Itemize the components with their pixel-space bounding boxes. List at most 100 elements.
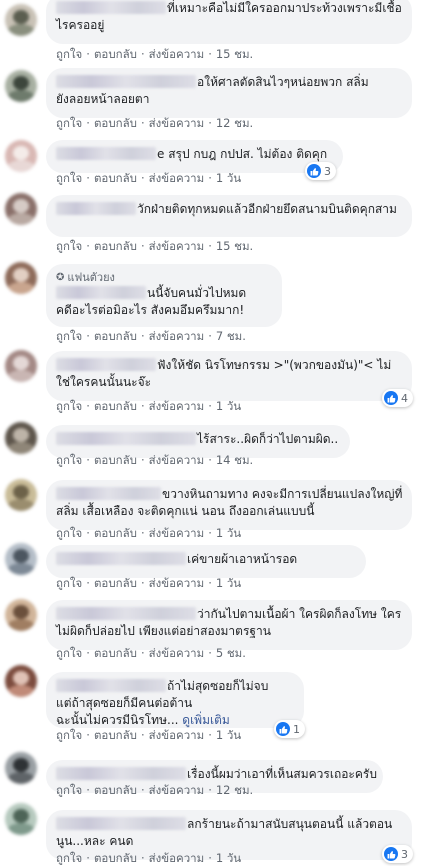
comment-line: ใช่ใครคนนั้นนะจ๊ะ bbox=[56, 374, 401, 391]
like-link[interactable]: ถูกใจ bbox=[56, 646, 82, 660]
message-link[interactable]: ส่งข้อความ bbox=[149, 399, 205, 413]
timestamp[interactable]: 5 ชม. bbox=[216, 646, 246, 660]
message-link[interactable]: ส่งข้อความ bbox=[149, 526, 205, 540]
redacted-username[interactable] bbox=[56, 487, 161, 500]
redacted-username[interactable] bbox=[56, 679, 166, 692]
reply-link[interactable]: ตอบกลับ bbox=[94, 329, 137, 343]
message-link[interactable]: ส่งข้อความ bbox=[149, 329, 205, 343]
avatar[interactable] bbox=[5, 599, 37, 631]
redacted-username[interactable] bbox=[56, 552, 186, 565]
comment-bubble: ขวางหินถามทาง คงจะมีการเปลี่ยนแปลงใหญ่ที… bbox=[46, 480, 412, 530]
avatar[interactable] bbox=[5, 350, 37, 382]
reaction-count[interactable]: 3 bbox=[305, 162, 336, 180]
separator-dot: · bbox=[140, 851, 145, 865]
reply-link[interactable]: ตอบกลับ bbox=[94, 728, 137, 742]
message-link[interactable]: ส่งข้อความ bbox=[149, 783, 205, 797]
separator-dot: · bbox=[140, 399, 145, 413]
reply-link[interactable]: ตอบกลับ bbox=[94, 576, 137, 590]
comment-bubble: ที่เหมาะคือไม่มีใครออกมาประท้วงเพราะมีเช… bbox=[46, 0, 412, 44]
avatar[interactable] bbox=[5, 543, 37, 575]
reply-link[interactable]: ตอบกลับ bbox=[94, 646, 137, 660]
avatar[interactable] bbox=[5, 665, 37, 697]
message-link[interactable]: ส่งข้อความ bbox=[149, 728, 205, 742]
reply-link[interactable]: ตอบกลับ bbox=[94, 851, 137, 865]
comment-line: ที่เหมาะคือไม่มีใครออกมาประท้วงเพราะมีเช… bbox=[56, 0, 402, 17]
like-link[interactable]: ถูกใจ bbox=[56, 239, 82, 253]
redacted-username[interactable] bbox=[56, 202, 136, 215]
redacted-username[interactable] bbox=[56, 75, 196, 88]
timestamp[interactable]: 15 ชม. bbox=[216, 239, 253, 253]
timestamp[interactable]: 1 วัน bbox=[216, 728, 241, 742]
message-link[interactable]: ส่งข้อความ bbox=[149, 646, 205, 660]
like-link[interactable]: ถูกใจ bbox=[56, 329, 82, 343]
like-link[interactable]: ถูกใจ bbox=[56, 399, 82, 413]
timestamp[interactable]: 1 วัน bbox=[216, 851, 241, 865]
reply-link[interactable]: ตอบกลับ bbox=[94, 239, 137, 253]
like-link[interactable]: ถูกใจ bbox=[56, 576, 82, 590]
like-link[interactable]: ถูกใจ bbox=[56, 453, 82, 467]
like-link[interactable]: ถูกใจ bbox=[56, 171, 82, 185]
comment-bubble: อให้ศาลตัดสินไวๆหน่อยพวก สลิ่ม ยังลอยหน้า… bbox=[46, 68, 412, 118]
redacted-username[interactable] bbox=[56, 1, 166, 14]
reply-link[interactable]: ตอบกลับ bbox=[94, 783, 137, 797]
message-link[interactable]: ส่งข้อความ bbox=[149, 576, 205, 590]
reply-link[interactable]: ตอบกลับ bbox=[94, 47, 137, 61]
redacted-username[interactable] bbox=[56, 767, 186, 780]
avatar[interactable] bbox=[5, 4, 37, 36]
avatar[interactable] bbox=[5, 422, 37, 454]
reaction-count[interactable]: 1 bbox=[274, 720, 305, 738]
comment-text: ไร้สาระ..ผิดก็ว่าไปตามผิด.. bbox=[197, 432, 339, 446]
message-link[interactable]: ส่งข้อความ bbox=[149, 851, 205, 865]
message-link[interactable]: ส่งข้อความ bbox=[149, 453, 205, 467]
comment-text: ฟังให้ชัด นิรโทษกรรม >"(พวกของมัน)"< ไม่ bbox=[157, 358, 392, 372]
thumbs-up-icon bbox=[384, 391, 398, 405]
reply-link[interactable]: ตอบกลับ bbox=[94, 399, 137, 413]
reply-link[interactable]: ตอบกลับ bbox=[94, 171, 137, 185]
reply-link[interactable]: ตอบกลับ bbox=[94, 116, 137, 130]
comment-bubble: วักฝ่ายติดทุกหมดแล้วอีกฝ่ายยึดสนามบินติด… bbox=[46, 195, 412, 237]
see-more-link[interactable]: ดูเพิ่มเติม bbox=[182, 713, 230, 727]
separator-dot: · bbox=[140, 728, 145, 742]
avatar[interactable] bbox=[5, 262, 37, 294]
message-link[interactable]: ส่งข้อความ bbox=[149, 171, 205, 185]
like-link[interactable]: ถูกใจ bbox=[56, 783, 82, 797]
redacted-username[interactable] bbox=[56, 432, 196, 445]
timestamp[interactable]: 15 ชม. bbox=[216, 47, 253, 61]
timestamp[interactable]: 1 วัน bbox=[216, 576, 241, 590]
like-link[interactable]: ถูกใจ bbox=[56, 47, 82, 61]
avatar[interactable] bbox=[5, 140, 37, 172]
like-link[interactable]: ถูกใจ bbox=[56, 116, 82, 130]
message-link[interactable]: ส่งข้อความ bbox=[149, 47, 205, 61]
timestamp[interactable]: 12 ชม. bbox=[216, 116, 253, 130]
avatar[interactable] bbox=[5, 70, 37, 102]
comment-bubble: e สรุป กบฎ กปปส. ไม่ต้อง ติดคุก bbox=[46, 140, 343, 173]
timestamp[interactable]: 7 ชม. bbox=[216, 329, 246, 343]
timestamp[interactable]: 12 ชม. bbox=[216, 783, 253, 797]
redacted-username[interactable] bbox=[56, 358, 156, 371]
like-link[interactable]: ถูกใจ bbox=[56, 728, 82, 742]
redacted-username[interactable] bbox=[56, 607, 196, 620]
avatar[interactable] bbox=[5, 479, 37, 511]
timestamp[interactable]: 1 วัน bbox=[216, 399, 241, 413]
reply-link[interactable]: ตอบกลับ bbox=[94, 526, 137, 540]
avatar[interactable] bbox=[5, 803, 37, 835]
timestamp[interactable]: 1 วัน bbox=[216, 171, 241, 185]
timestamp[interactable]: 1 วัน bbox=[216, 526, 241, 540]
reaction-count[interactable]: 3 bbox=[382, 845, 413, 863]
comment-line: ถ้าไม่สุดซอยก็ไม่จบ bbox=[56, 678, 293, 695]
comment-actions: ถูกใจ · ตอบกลับ · ส่งข้อความ · 1 วัน bbox=[56, 171, 241, 185]
like-link[interactable]: ถูกใจ bbox=[56, 851, 82, 865]
message-link[interactable]: ส่งข้อความ bbox=[149, 239, 205, 253]
reaction-count[interactable]: 4 bbox=[382, 389, 413, 407]
separator-dot: · bbox=[140, 783, 145, 797]
redacted-username[interactable] bbox=[56, 817, 186, 830]
separator-dot: · bbox=[208, 526, 212, 540]
avatar[interactable] bbox=[5, 193, 37, 225]
like-link[interactable]: ถูกใจ bbox=[56, 526, 82, 540]
redacted-username[interactable] bbox=[56, 147, 156, 160]
message-link[interactable]: ส่งข้อความ bbox=[149, 116, 205, 130]
reply-link[interactable]: ตอบกลับ bbox=[94, 453, 137, 467]
timestamp[interactable]: 14 ชม. bbox=[216, 453, 253, 467]
avatar[interactable] bbox=[5, 752, 37, 784]
redacted-username[interactable] bbox=[56, 286, 146, 299]
